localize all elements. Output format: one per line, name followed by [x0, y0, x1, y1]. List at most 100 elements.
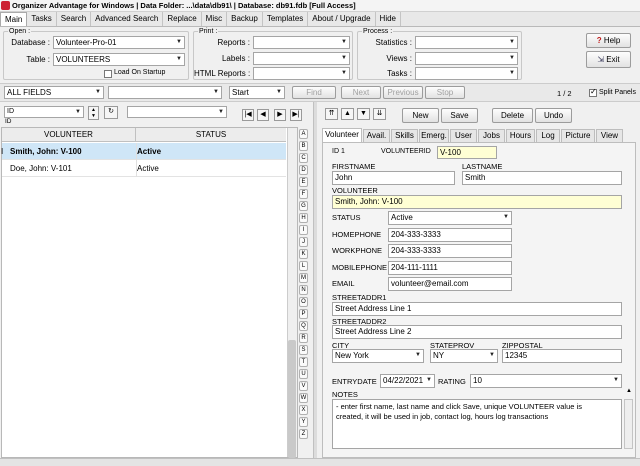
reports-select[interactable]: ▼: [253, 36, 350, 49]
alpha-index-y[interactable]: Y: [299, 417, 308, 427]
first-record-icon[interactable]: |◀: [242, 109, 254, 121]
alpha-index-m[interactable]: M: [299, 273, 308, 283]
alpha-index-z[interactable]: Z: [299, 429, 308, 439]
search-text-input[interactable]: ▼: [108, 86, 222, 99]
search-field-select[interactable]: ALL FIELDS ▼: [4, 86, 104, 99]
table-select[interactable]: VOLUNTEERS ▼: [53, 53, 185, 66]
status-select[interactable]: Active ▼: [388, 211, 512, 225]
labels-select[interactable]: ▼: [253, 52, 350, 65]
volunteerid-field[interactable]: V-100: [437, 146, 497, 159]
alpha-index-c[interactable]: C: [299, 153, 308, 163]
search-mode-select[interactable]: Start ▼: [229, 86, 285, 99]
alpha-index-w[interactable]: W: [299, 393, 308, 403]
menu-misc[interactable]: Misc: [202, 12, 228, 26]
alpha-index-s[interactable]: S: [299, 345, 308, 355]
tab-avail[interactable]: Avail.: [363, 129, 390, 142]
load-on-startup-checkbox[interactable]: [104, 70, 112, 78]
alpha-index-i[interactable]: I: [299, 225, 308, 235]
column-header-status[interactable]: STATUS: [136, 128, 286, 142]
alpha-index-n[interactable]: N: [299, 285, 308, 295]
alpha-index-q[interactable]: Q: [299, 321, 308, 331]
menu-search[interactable]: Search: [57, 12, 92, 26]
state-select[interactable]: NY ▼: [430, 349, 498, 363]
tab-user[interactable]: User: [450, 129, 477, 142]
alpha-index-f[interactable]: F: [299, 189, 308, 199]
tasks-select[interactable]: ▼: [415, 67, 518, 80]
lastname-field[interactable]: Smith: [462, 171, 622, 185]
statistics-select[interactable]: ▼: [415, 36, 518, 49]
tab-log[interactable]: Log: [536, 129, 560, 142]
tab-picture[interactable]: Picture: [561, 129, 595, 142]
alpha-index-t[interactable]: T: [299, 357, 308, 367]
street2-field[interactable]: Street Address Line 2: [332, 325, 622, 339]
menu-advanced-search[interactable]: Advanced Search: [91, 12, 164, 26]
panel-splitter[interactable]: [313, 102, 317, 466]
alpha-index-r[interactable]: R: [299, 333, 308, 343]
tab-view[interactable]: View: [596, 129, 623, 142]
homephone-field[interactable]: 204-333-3333: [388, 228, 512, 242]
move-bottom-icon[interactable]: ⇊: [373, 108, 386, 120]
database-select[interactable]: Volunteer-Pro-01 ▼: [53, 36, 185, 49]
notes-textarea[interactable]: - enter first name, last name and click …: [332, 399, 622, 449]
tab-skills[interactable]: Skills: [391, 129, 418, 142]
alpha-index-d[interactable]: D: [299, 165, 308, 175]
new-button[interactable]: New: [402, 108, 439, 123]
menu-tasks[interactable]: Tasks: [27, 12, 57, 26]
rating-select[interactable]: 10 ▼: [470, 374, 622, 388]
menu-hide[interactable]: Hide: [376, 12, 401, 26]
next-button[interactable]: Next: [341, 86, 381, 99]
filter-select[interactable]: ▼: [127, 106, 227, 118]
workphone-field[interactable]: 204-333-3333: [388, 244, 512, 258]
volunteer-field[interactable]: Smith, John: V-100: [332, 195, 622, 209]
menu-main[interactable]: Main: [0, 12, 28, 26]
entrydate-picker[interactable]: 04/22/2021 ▼: [380, 374, 435, 388]
sort-field-select[interactable]: ID ▼: [4, 106, 84, 118]
move-down-icon[interactable]: ▼: [357, 108, 370, 120]
find-button[interactable]: Find: [292, 86, 336, 99]
alpha-index-g[interactable]: G: [299, 201, 308, 211]
tab-volunteer[interactable]: Volunteer: [322, 128, 362, 143]
alpha-index-a[interactable]: A: [299, 129, 308, 139]
next-record-icon[interactable]: ▶: [274, 109, 286, 121]
notes-scrollbar[interactable]: [624, 399, 633, 449]
alpha-index-j[interactable]: J: [299, 237, 308, 247]
menu-backup[interactable]: Backup: [227, 12, 263, 26]
menu-about-upgrade[interactable]: About / Upgrade: [308, 12, 376, 26]
alpha-index-u[interactable]: U: [299, 369, 308, 379]
previous-record-icon[interactable]: ◀: [257, 109, 269, 121]
alpha-index-k[interactable]: K: [299, 249, 308, 259]
mobilephone-field[interactable]: 204-111-1111: [388, 261, 512, 275]
alpha-index-l[interactable]: L: [299, 261, 308, 271]
stop-button[interactable]: Stop: [425, 86, 465, 99]
table-row[interactable]: Doe, John: V-101 Active: [2, 160, 286, 177]
tab-jobs[interactable]: Jobs: [478, 129, 505, 142]
chevron-up-icon[interactable]: ▲: [626, 388, 632, 394]
street1-field[interactable]: Street Address Line 1: [332, 302, 622, 316]
move-top-icon[interactable]: ⇈: [325, 108, 338, 120]
alpha-index-o[interactable]: O: [299, 297, 308, 307]
tab-hours[interactable]: Hours: [506, 129, 535, 142]
delete-button[interactable]: Delete: [492, 108, 533, 123]
column-header-volunteer[interactable]: VOLUNTEER: [2, 128, 136, 142]
alpha-index-p[interactable]: P: [299, 309, 308, 319]
alpha-index-v[interactable]: V: [299, 381, 308, 391]
previous-button[interactable]: Previous: [383, 86, 423, 99]
city-select[interactable]: New York ▼: [332, 349, 424, 363]
firstname-field[interactable]: John: [332, 171, 455, 185]
undo-button[interactable]: Undo: [535, 108, 572, 123]
split-panels-checkbox[interactable]: [589, 87, 597, 97]
email-field[interactable]: volunteer@email.com: [388, 277, 512, 291]
alpha-index-e[interactable]: E: [299, 177, 308, 187]
help-button[interactable]: ? Help: [586, 33, 631, 48]
zip-field[interactable]: 12345: [502, 349, 622, 363]
menu-replace[interactable]: Replace: [163, 12, 202, 26]
sort-direction-spinner[interactable]: ▲ ▼: [88, 106, 99, 120]
views-select[interactable]: ▼: [415, 52, 518, 65]
alpha-index-b[interactable]: B: [299, 141, 308, 151]
alpha-index-h[interactable]: H: [299, 213, 308, 223]
exit-button[interactable]: ⇲ Exit: [586, 51, 631, 68]
menu-templates[interactable]: Templates: [263, 12, 309, 26]
scrollbar-thumb[interactable]: [288, 340, 296, 458]
table-row[interactable]: I Smith, John: V-100 Active: [1, 143, 286, 160]
last-record-icon[interactable]: ▶|: [290, 109, 302, 121]
